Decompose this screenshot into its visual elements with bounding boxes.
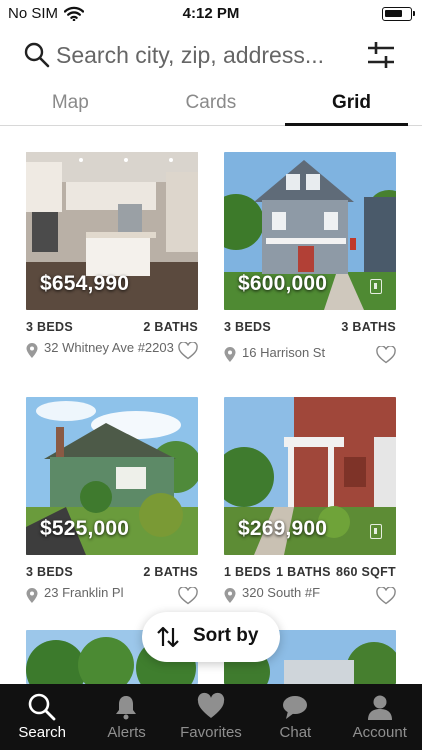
- bottom-nav: Search Alerts Favorites Chat Account: [0, 684, 422, 750]
- filter-sliders-icon[interactable]: [366, 40, 396, 70]
- nav-label: Favorites: [180, 724, 242, 741]
- listing-baths: 1 BATHS: [276, 565, 331, 579]
- listing-specs: 3 BEDS 3 BATHS: [224, 320, 396, 334]
- location-pin-icon: [26, 588, 38, 603]
- sort-arrows-icon: [157, 626, 179, 648]
- location-pin-icon: [224, 347, 236, 362]
- nav-label: Account: [352, 724, 407, 741]
- search-icon: [28, 693, 56, 721]
- tab-map[interactable]: Map: [0, 88, 141, 125]
- listing-photo[interactable]: $600,000: [224, 152, 396, 310]
- nav-chat[interactable]: Chat: [253, 684, 337, 750]
- listing-sqft: 860 SQFT: [335, 565, 396, 579]
- listing-card[interactable]: $654,990 3 BEDS 2 BATHS 32 Whitney Ave #…: [26, 152, 198, 374]
- battery-icon: [382, 7, 415, 21]
- search-icon: [24, 42, 50, 68]
- bell-icon: [116, 696, 137, 720]
- listing-address: 320 South #F: [242, 585, 321, 600]
- listing-price: $269,900: [238, 517, 328, 540]
- listing-address-row: 16 Harrison St: [224, 340, 396, 374]
- listing-address: 23 Franklin Pl: [44, 585, 124, 600]
- listing-beds: 3 BEDS: [26, 320, 73, 334]
- status-bar: No SIM 4:12 PM: [0, 0, 422, 28]
- view-tabs: Map Cards Grid: [0, 88, 422, 126]
- listing-baths: 2 BATHS: [143, 320, 198, 334]
- virtual-tour-icon: [370, 279, 382, 294]
- listing-specs: 1 BEDS 1 BATHS 860 SQFT: [224, 565, 396, 579]
- listing-price: $654,990: [40, 272, 130, 295]
- tab-cards[interactable]: Cards: [141, 88, 282, 125]
- person-icon: [367, 695, 392, 720]
- favorite-heart-icon[interactable]: [376, 587, 396, 605]
- listing-price: $525,000: [40, 517, 130, 540]
- listing-photo[interactable]: $654,990: [26, 152, 198, 310]
- favorite-heart-icon[interactable]: [178, 342, 198, 360]
- listing-price: $600,000: [238, 272, 328, 295]
- location-pin-icon: [224, 588, 236, 603]
- listing-baths: 2 BATHS: [143, 565, 198, 579]
- favorite-heart-icon[interactable]: [178, 587, 198, 605]
- nav-label: Chat: [279, 724, 312, 741]
- listing-beds: 1 BEDS: [224, 565, 271, 579]
- listing-photo[interactable]: $269,900: [224, 397, 396, 555]
- search-bar: [0, 36, 422, 76]
- search-input[interactable]: [56, 38, 356, 72]
- listing-specs: 3 BEDS 2 BATHS: [26, 565, 198, 579]
- virtual-tour-icon: [370, 524, 382, 539]
- nav-alerts[interactable]: Alerts: [84, 684, 168, 750]
- listing-card[interactable]: $269,900 1 BEDS 1 BATHS 860 SQFT 320 Sou…: [224, 397, 396, 619]
- listing-card[interactable]: $525,000 3 BEDS 2 BATHS 23 Franklin Pl: [26, 397, 198, 619]
- location-pin-icon: [26, 343, 38, 358]
- listing-beds: 3 BEDS: [224, 320, 271, 334]
- status-time: 4:12 PM: [182, 5, 240, 22]
- listing-address-row: 32 Whitney Ave #2203: [26, 340, 198, 374]
- listing-specs: 3 BEDS 2 BATHS: [26, 320, 198, 334]
- sort-label: Sort by: [193, 625, 259, 646]
- listing-address: 16 Harrison St: [242, 345, 326, 360]
- nav-label: Alerts: [107, 724, 146, 741]
- heart-icon: [197, 692, 224, 718]
- nav-label: Search: [18, 724, 66, 741]
- chat-bubble-icon: [283, 696, 308, 719]
- listing-baths: 3 BATHS: [341, 320, 396, 334]
- nav-account[interactable]: Account: [338, 684, 422, 750]
- nav-search[interactable]: Search: [0, 684, 84, 750]
- listing-address: 32 Whitney Ave #2203: [44, 340, 174, 355]
- sort-button[interactable]: Sort by: [142, 612, 280, 662]
- listing-beds: 3 BEDS: [26, 565, 73, 579]
- favorite-heart-icon[interactable]: [376, 346, 396, 364]
- listing-card[interactable]: $600,000 3 BEDS 3 BATHS 16 Harrison St: [224, 152, 396, 374]
- tab-grid[interactable]: Grid: [281, 88, 422, 126]
- listing-photo[interactable]: $525,000: [26, 397, 198, 555]
- nav-favorites[interactable]: Favorites: [169, 684, 253, 750]
